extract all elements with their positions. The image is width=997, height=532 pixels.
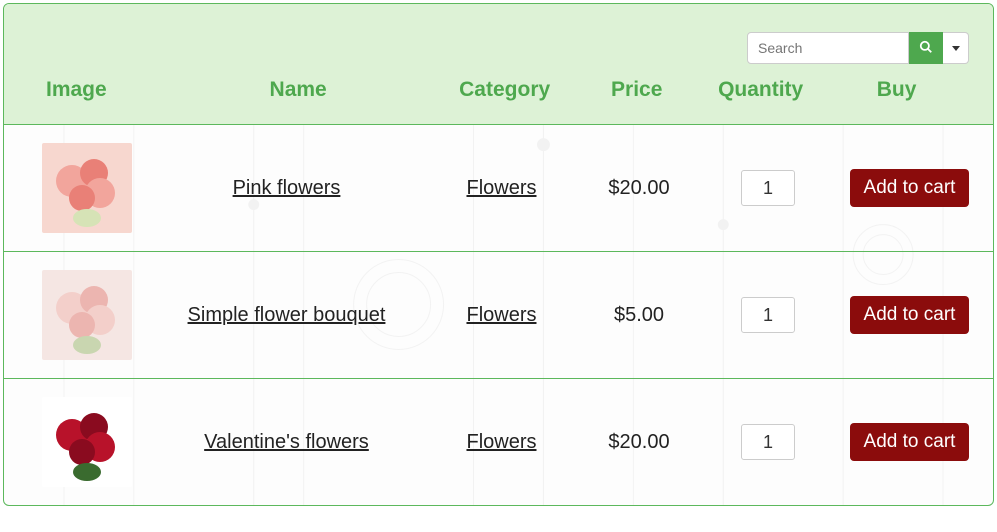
col-header-price: Price	[574, 78, 699, 102]
col-header-quantity: Quantity	[699, 78, 822, 102]
quantity-cell	[704, 424, 832, 460]
name-cell: Simple flower bouquet	[144, 304, 429, 327]
image-cell	[4, 270, 144, 360]
add-to-cart-button[interactable]: Add to cart	[850, 423, 970, 461]
table-header-row: Image Name Category Price Quantity Buy	[26, 78, 971, 102]
quantity-input[interactable]	[741, 297, 795, 333]
product-image	[42, 143, 132, 233]
category-cell: Flowers	[429, 431, 574, 454]
header-area: Image Name Category Price Quantity Buy	[4, 4, 993, 124]
product-name-link[interactable]: Valentine's flowers	[204, 431, 369, 454]
add-to-cart-button[interactable]: Add to cart	[850, 296, 970, 334]
search-button[interactable]	[909, 32, 943, 64]
table-row: Simple flower bouquet Flowers $5.00 Add …	[4, 251, 993, 378]
quantity-input[interactable]	[741, 424, 795, 460]
page-container: Image Name Category Price Quantity Buy	[3, 3, 994, 506]
product-name-link[interactable]: Simple flower bouquet	[188, 304, 386, 327]
add-to-cart-button[interactable]: Add to cart	[850, 169, 970, 207]
price-value: $20.00	[608, 177, 669, 200]
col-header-image: Image	[26, 78, 161, 102]
category-cell: Flowers	[429, 304, 574, 327]
price-cell: $5.00	[574, 304, 704, 327]
category-link[interactable]: Flowers	[466, 177, 536, 200]
product-image	[42, 270, 132, 360]
col-header-buy: Buy	[822, 78, 971, 102]
product-image	[42, 397, 132, 487]
table-row: Valentine's flowers Flowers $20.00 Add t…	[4, 378, 993, 505]
search-icon	[919, 40, 933, 57]
price-value: $5.00	[614, 304, 664, 327]
search-dropdown-button[interactable]	[943, 32, 969, 64]
price-cell: $20.00	[574, 431, 704, 454]
chevron-down-icon	[952, 46, 960, 51]
name-cell: Valentine's flowers	[144, 431, 429, 454]
buy-cell: Add to cart	[832, 169, 987, 207]
table-body: Pink flowers Flowers $20.00 Add to cart …	[4, 124, 993, 505]
price-value: $20.00	[608, 431, 669, 454]
quantity-input[interactable]	[741, 170, 795, 206]
quantity-cell	[704, 170, 832, 206]
image-cell	[4, 397, 144, 487]
col-header-name: Name	[161, 78, 435, 102]
search-input[interactable]	[747, 32, 909, 64]
quantity-cell	[704, 297, 832, 333]
col-header-category: Category	[435, 78, 574, 102]
search-bar	[747, 32, 969, 64]
category-link[interactable]: Flowers	[466, 304, 536, 327]
name-cell: Pink flowers	[144, 177, 429, 200]
product-name-link[interactable]: Pink flowers	[233, 177, 341, 200]
category-cell: Flowers	[429, 177, 574, 200]
table-row: Pink flowers Flowers $20.00 Add to cart	[4, 124, 993, 251]
image-cell	[4, 143, 144, 233]
category-link[interactable]: Flowers	[466, 431, 536, 454]
buy-cell: Add to cart	[832, 423, 987, 461]
price-cell: $20.00	[574, 177, 704, 200]
buy-cell: Add to cart	[832, 296, 987, 334]
